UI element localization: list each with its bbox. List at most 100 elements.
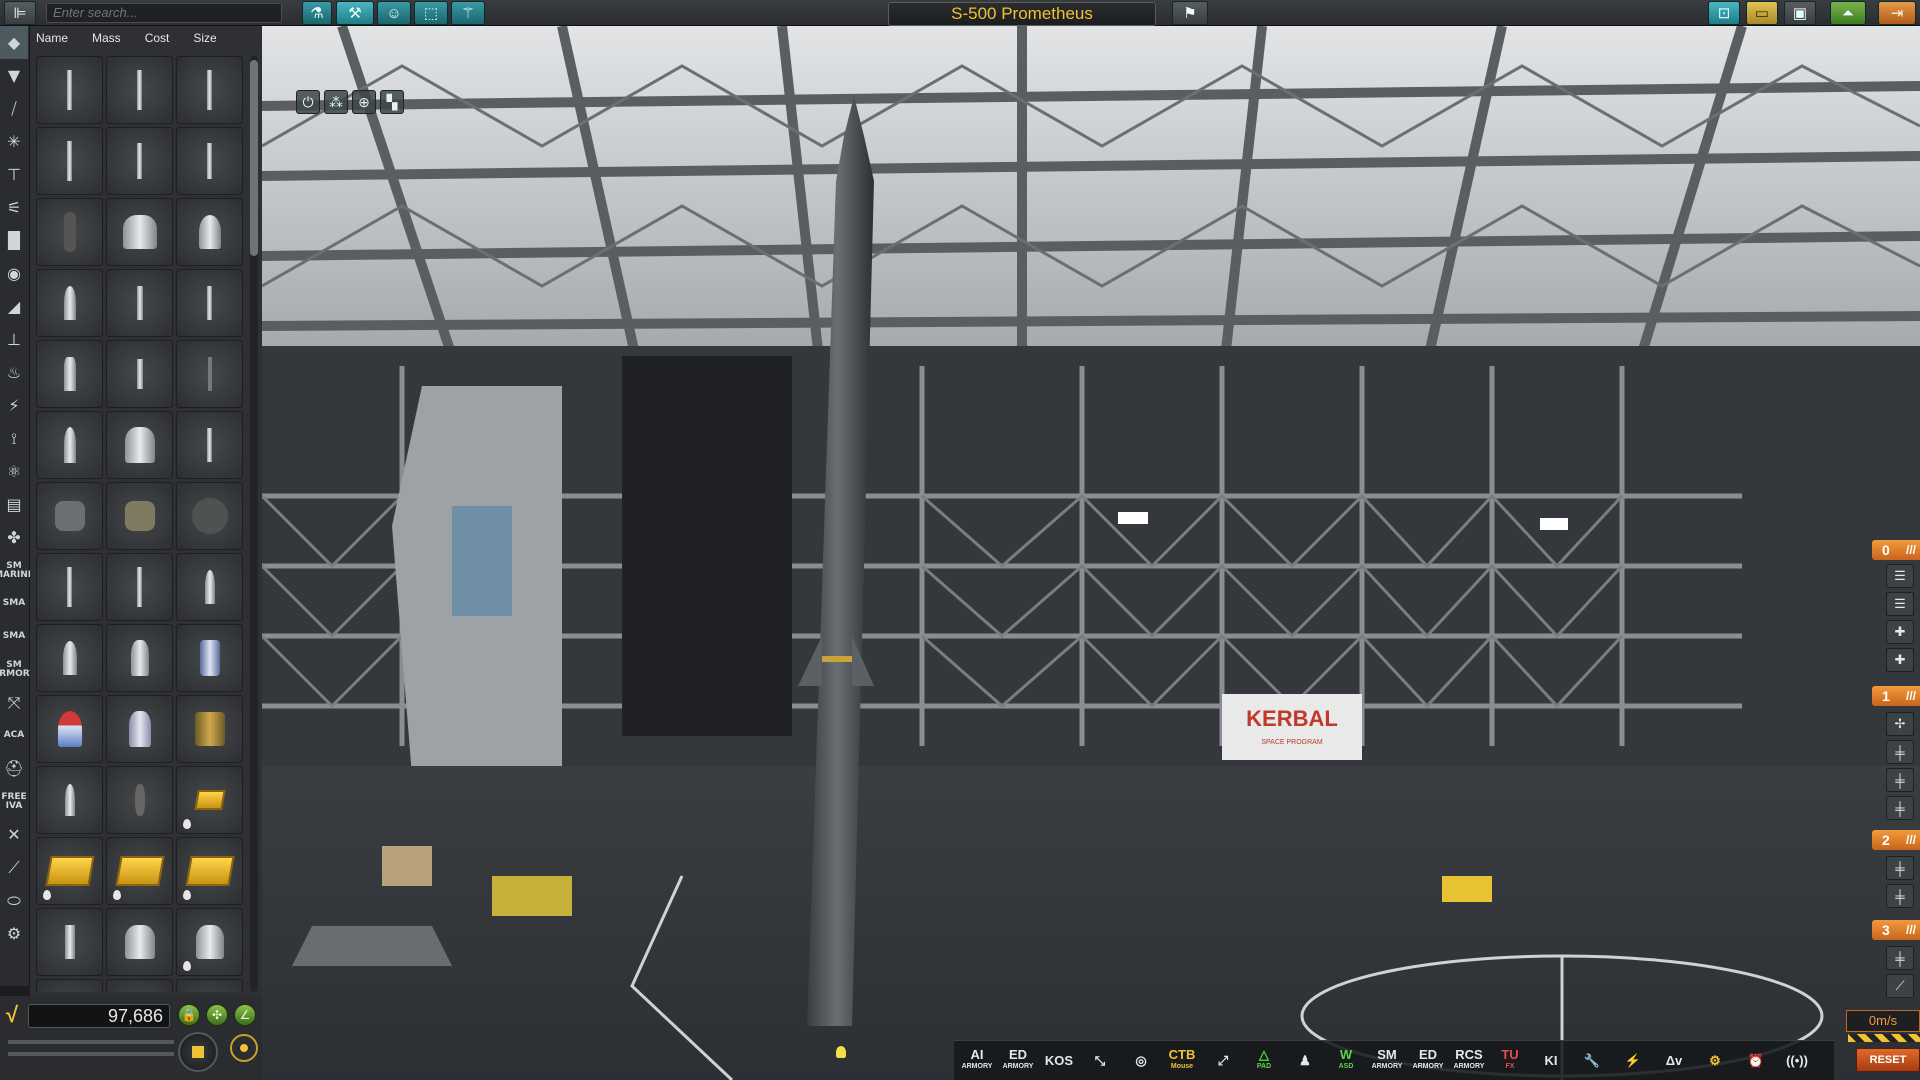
part-tile[interactable]	[176, 695, 243, 763]
category-communication[interactable]: ⟟	[0, 422, 28, 455]
root-tool-icon[interactable]: ▚	[380, 90, 404, 114]
tufx-button[interactable]: TU FX	[1491, 1043, 1529, 1079]
hangar-viewport[interactable]: KERBAL SPACE PROGRAM ⏻ ⁂ ⊕ ▚	[262, 26, 1920, 1080]
part-tile[interactable]	[176, 766, 243, 834]
delta-v-button[interactable]: Δv	[1655, 1043, 1693, 1079]
action-groups-button[interactable]: ⚚	[451, 1, 485, 25]
category-fuel[interactable]: ⧸	[0, 92, 28, 125]
part-tile[interactable]	[176, 269, 243, 337]
category-sm-b[interactable]: SMA	[0, 620, 28, 653]
ed-armory-button-2[interactable]: ED ARMORY	[1409, 1043, 1447, 1079]
category-engines[interactable]: ✳	[0, 125, 28, 158]
part-tile[interactable]	[36, 269, 103, 337]
category-sm-marine[interactable]: SMMARINE	[0, 554, 34, 587]
stage-part[interactable]: ╪	[1886, 768, 1914, 792]
new-craft-button[interactable]: ⊡	[1708, 1, 1740, 25]
part-tile[interactable]	[176, 624, 243, 692]
stage-part[interactable]: ☰	[1886, 564, 1914, 588]
engineer-report-button[interactable]: ⚗	[302, 1, 332, 25]
part-tile[interactable]	[176, 482, 243, 550]
symmetry-mode-button[interactable]: ✣	[206, 1004, 228, 1026]
cargo-mode-button[interactable]: ⬚	[414, 1, 448, 25]
category-pods[interactable]: ▼	[0, 59, 28, 92]
save-craft-button[interactable]: ▣	[1784, 1, 1816, 25]
category-helmet[interactable]: ⛑	[0, 752, 28, 785]
part-tile[interactable]	[106, 908, 173, 976]
part-tile[interactable]	[36, 482, 103, 550]
stage-part[interactable]: ╪	[1886, 740, 1914, 764]
sort-by-name[interactable]: Name	[36, 31, 68, 45]
part-tile[interactable]	[36, 624, 103, 692]
category-aca[interactable]: ACA	[0, 719, 28, 752]
part-tile[interactable]	[36, 411, 103, 479]
figure-button[interactable]: ♟	[1286, 1043, 1324, 1079]
ki-button[interactable]: KI	[1532, 1043, 1570, 1079]
category-structural[interactable]: ⚟	[0, 191, 28, 224]
sort-by-size[interactable]: Size	[193, 31, 216, 45]
stage-part[interactable]: ╪	[1886, 856, 1914, 880]
stage-part[interactable]: ╪	[1886, 796, 1914, 820]
category-ring[interactable]: ⬭	[0, 884, 28, 917]
offset-gizmo-icon[interactable]: ⁂	[324, 90, 348, 114]
stage-header-2[interactable]: 2 ///	[1872, 830, 1920, 850]
load-craft-button[interactable]: ▭	[1746, 1, 1778, 25]
part-tile[interactable]	[36, 695, 103, 763]
sm-armory-button[interactable]: SM ARMORY	[1368, 1043, 1406, 1079]
flag-selector-button[interactable]: ⚑	[1172, 1, 1208, 25]
category-sm-armory[interactable]: SMARMORY	[0, 653, 36, 686]
kerbal-button[interactable]: ◎	[1122, 1043, 1160, 1079]
stage-part[interactable]: ☰	[1886, 592, 1914, 616]
ctb-mouse-button[interactable]: CTB Mouse	[1163, 1043, 1201, 1079]
part-tile[interactable]	[36, 908, 103, 976]
exit-button[interactable]: ⇥	[1878, 1, 1916, 25]
alarm-clock-button[interactable]: ⏰	[1737, 1043, 1775, 1079]
category-electrical[interactable]: ⚡	[0, 389, 28, 422]
part-tile[interactable]	[106, 340, 173, 408]
category-robotics[interactable]: ⤧	[0, 686, 28, 719]
part-tile[interactable]	[36, 553, 103, 621]
symmetry-lock-button[interactable]: 🔒	[178, 1004, 200, 1026]
part-search[interactable]	[46, 3, 282, 23]
category-control[interactable]: ⊤	[0, 158, 28, 191]
pad-button[interactable]: △ PAD	[1245, 1043, 1283, 1079]
part-tile[interactable]	[106, 411, 173, 479]
category-sm-a[interactable]: SMA	[0, 587, 28, 620]
stage-header-3[interactable]: 3 ///	[1872, 920, 1920, 940]
sort-by-cost[interactable]: Cost	[145, 31, 170, 45]
category-propeller[interactable]: ✕	[0, 818, 28, 851]
part-tile[interactable]	[176, 127, 243, 195]
part-tile[interactable]	[36, 766, 103, 834]
part-tile[interactable]	[176, 198, 243, 266]
category-gear[interactable]: ⚙	[0, 917, 28, 950]
resize-button[interactable]: ⤢	[1204, 1043, 1242, 1079]
part-tile[interactable]	[36, 198, 103, 266]
wasd-button[interactable]: W ASD	[1327, 1043, 1365, 1079]
wrench-button[interactable]: 🔧	[1573, 1043, 1611, 1079]
center-of-mass-button[interactable]	[230, 1034, 258, 1062]
stage-part[interactable]: ✚	[1886, 648, 1914, 672]
part-tile[interactable]	[106, 198, 173, 266]
part-tile[interactable]	[36, 56, 103, 124]
robotic-arm-button[interactable]: ⤡	[1081, 1043, 1119, 1079]
stop-button[interactable]	[178, 1032, 218, 1072]
part-tile[interactable]	[176, 411, 243, 479]
sort-by-mass[interactable]: Mass	[92, 31, 121, 45]
stage-part[interactable]: ✚	[1886, 620, 1914, 644]
category-thermal[interactable]: ♨	[0, 356, 28, 389]
ship-name-field[interactable]: S-500 Prometheus	[888, 2, 1156, 26]
part-tile[interactable]	[106, 695, 173, 763]
category-rails[interactable]: ⟋	[0, 851, 28, 884]
rcs-armory-button[interactable]: RCS ARMORY	[1450, 1043, 1488, 1079]
settings-button[interactable]: ⚙	[1696, 1043, 1734, 1079]
parts-scrollbar[interactable]	[250, 56, 258, 992]
part-tile[interactable]	[36, 340, 103, 408]
parts-mode-button[interactable]: ⚒	[336, 1, 374, 25]
ai-armory-button[interactable]: AI ARMORY	[958, 1043, 996, 1079]
stage-header-0[interactable]: 0 ///	[1872, 540, 1920, 560]
part-tile[interactable]	[106, 56, 173, 124]
part-tile[interactable]	[106, 837, 173, 905]
rotate-gizmo-icon[interactable]: ⊕	[352, 90, 376, 114]
part-tile[interactable]	[176, 56, 243, 124]
stage-part[interactable]: ⟋	[1886, 974, 1914, 998]
part-tile[interactable]	[106, 624, 173, 692]
